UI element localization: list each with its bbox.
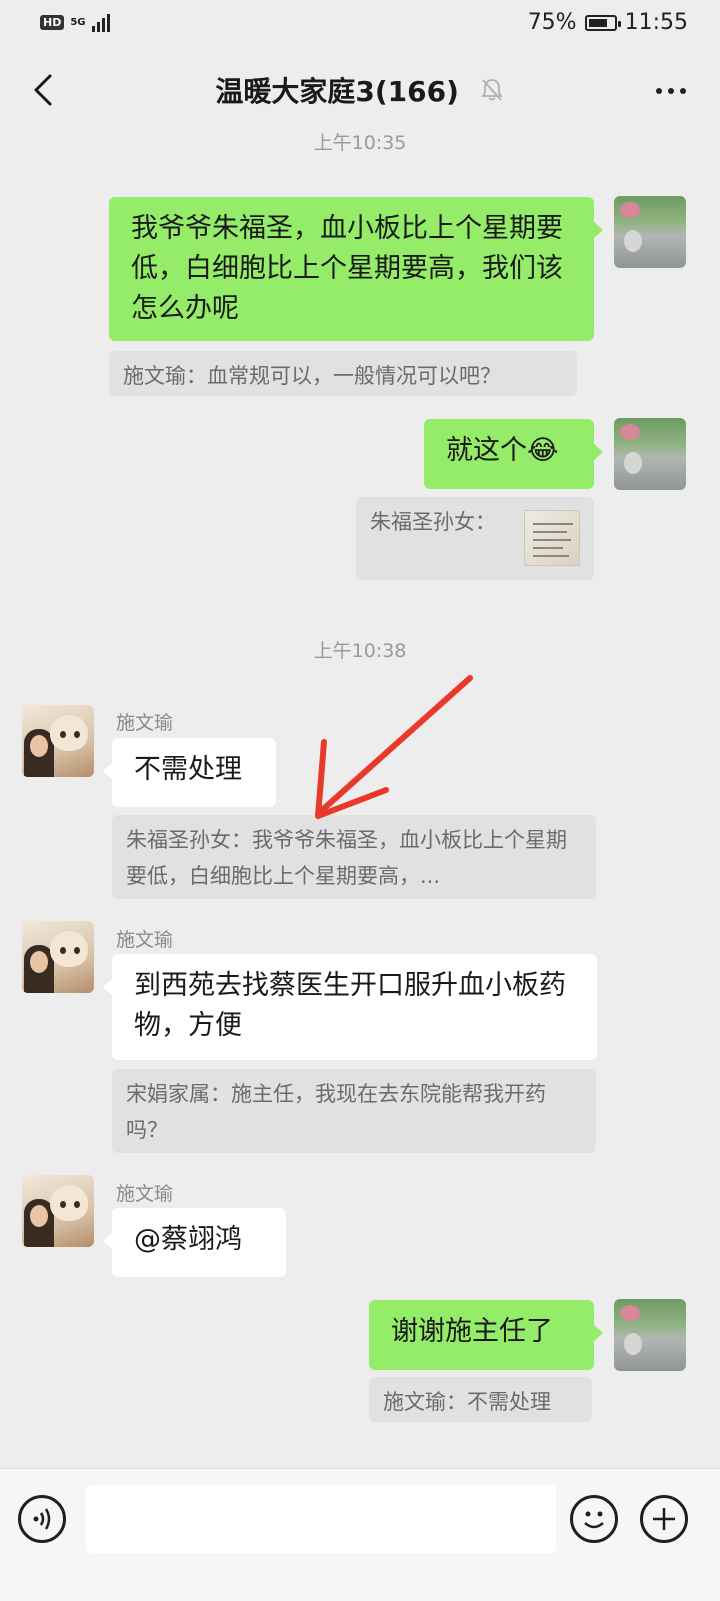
signal-icon: [91, 12, 110, 32]
received-message[interactable]: @蔡翊鸿: [103, 1208, 286, 1277]
received-message[interactable]: 不需处理: [103, 738, 276, 807]
my-avatar[interactable]: [614, 196, 686, 268]
quoted-reply-text: 朱福圣孙女：: [370, 510, 496, 534]
quoted-reply[interactable]: 施文瑜：血常规可以，一般情况可以吧？: [109, 351, 577, 396]
battery-icon: [584, 14, 621, 31]
sent-message[interactable]: 我爷爷朱福圣，血小板比上个星期要低，白细胞比上个星期要高，我们该怎么办呢: [109, 197, 603, 341]
emoji-button[interactable]: [570, 1495, 618, 1543]
input-bar: [0, 1468, 720, 1601]
contact-avatar[interactable]: [22, 1175, 94, 1247]
chat-title-area: 温暖大家庭3(166): [0, 70, 720, 110]
more-options-button[interactable]: [656, 88, 686, 94]
contact-avatar[interactable]: [22, 921, 94, 993]
status-bar: HD 5G 75% 11:55: [0, 0, 720, 48]
sent-message[interactable]: 谢谢施主任了: [369, 1300, 603, 1370]
battery-percent: 75%: [527, 10, 577, 35]
my-avatar[interactable]: [614, 1299, 686, 1371]
network-indicators: HD 5G: [40, 12, 110, 32]
voice-input-button[interactable]: [18, 1495, 66, 1543]
my-avatar[interactable]: [614, 418, 686, 490]
smiley-icon: [584, 1511, 604, 1529]
chat-header: 温暖大家庭3(166): [0, 48, 720, 134]
chat-title: 温暖大家庭3(166): [215, 75, 459, 108]
annotation-arrow: [315, 675, 473, 819]
timestamp: 上午10:35: [313, 132, 407, 154]
network-type: 5G: [70, 16, 86, 28]
received-message[interactable]: 到西苑去找蔡医生开口服升血小板药物，方便: [103, 954, 597, 1060]
status-right: 75% 11:55: [528, 10, 688, 35]
quoted-reply[interactable]: 朱福圣孙女：: [356, 497, 594, 580]
message-input[interactable]: [86, 1485, 556, 1553]
quoted-reply[interactable]: 宋娟家属：施主任，我现在去东院能帮我开药吗？: [112, 1069, 596, 1153]
quoted-image-thumbnail[interactable]: [524, 510, 580, 566]
sender-name: 施文瑜: [116, 712, 174, 734]
more-actions-button[interactable]: [640, 1495, 688, 1543]
quoted-reply[interactable]: 施文瑜：不需处理: [369, 1377, 592, 1422]
plus-icon: [653, 1508, 675, 1530]
clock: 11:55: [624, 10, 688, 35]
sender-name: 施文瑜: [116, 1183, 174, 1205]
sent-message[interactable]: 就这个😂: [424, 419, 603, 489]
hd-badge: HD: [40, 14, 65, 30]
mute-bell-icon: [480, 79, 503, 101]
sender-name: 施文瑜: [116, 929, 174, 951]
contact-avatar[interactable]: [22, 705, 94, 777]
voice-icon: [33, 1508, 51, 1530]
timestamp: 上午10:38: [313, 640, 407, 662]
